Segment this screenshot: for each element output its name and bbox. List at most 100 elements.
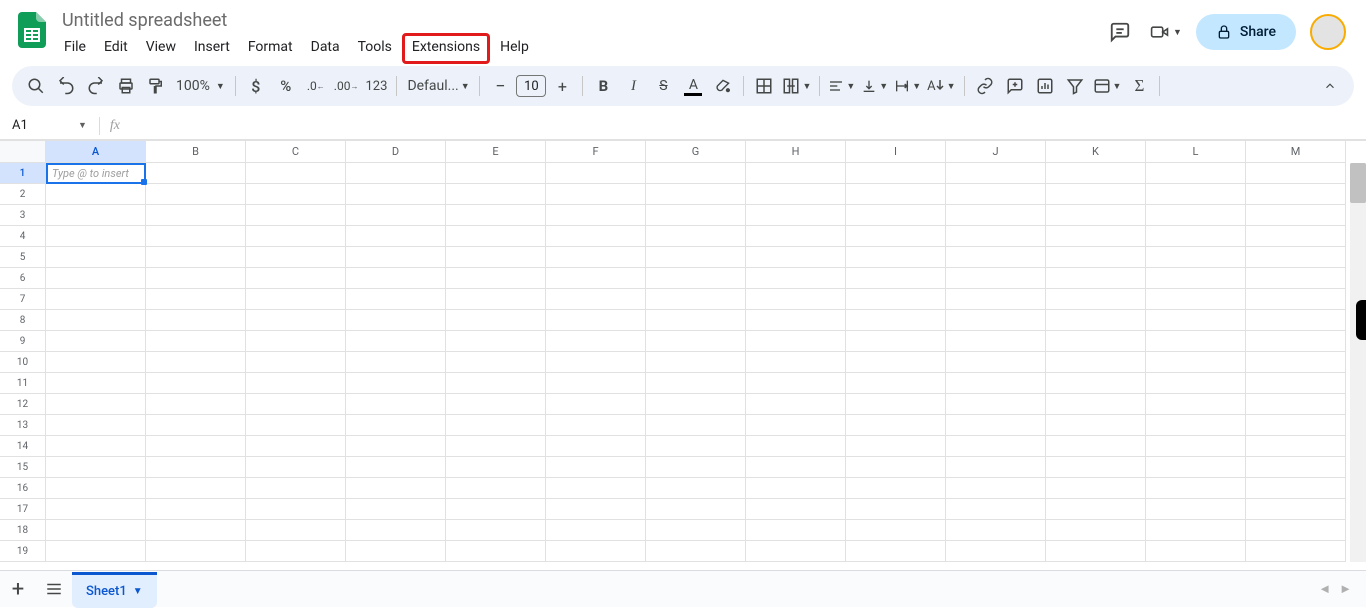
cell[interactable] <box>146 520 246 541</box>
cell[interactable] <box>1246 499 1346 520</box>
cell[interactable] <box>546 310 646 331</box>
percent-icon[interactable]: % <box>272 72 300 100</box>
cell[interactable] <box>146 478 246 499</box>
font-size-input[interactable]: 10 <box>516 75 546 97</box>
cell[interactable] <box>746 268 846 289</box>
insert-link-icon[interactable] <box>971 72 999 100</box>
cell[interactable] <box>1146 184 1246 205</box>
cell[interactable] <box>246 310 346 331</box>
cell[interactable] <box>846 415 946 436</box>
cell[interactable] <box>1146 310 1246 331</box>
active-cell[interactable]: Type @ to insert <box>46 163 146 184</box>
column-header[interactable]: A <box>46 141 146 163</box>
cell[interactable] <box>446 436 546 457</box>
cell[interactable] <box>746 310 846 331</box>
cell[interactable] <box>1046 352 1146 373</box>
cell[interactable] <box>446 520 546 541</box>
cell[interactable] <box>846 478 946 499</box>
cell[interactable] <box>646 268 746 289</box>
name-box-dropdown-icon[interactable]: ▼ <box>78 120 99 131</box>
cell[interactable] <box>746 520 846 541</box>
cell[interactable] <box>646 184 746 205</box>
paint-format-icon[interactable] <box>142 72 170 100</box>
name-box[interactable]: A1 <box>8 116 78 135</box>
cell[interactable] <box>646 163 746 184</box>
insert-chart-icon[interactable] <box>1031 72 1059 100</box>
cell[interactable] <box>46 268 146 289</box>
cell[interactable] <box>746 499 846 520</box>
cell[interactable] <box>1246 163 1346 184</box>
row-header[interactable]: 10 <box>0 352 46 373</box>
cell[interactable] <box>746 352 846 373</box>
cell[interactable] <box>446 289 546 310</box>
all-sheets-icon[interactable] <box>36 571 72 607</box>
cell[interactable] <box>1246 394 1346 415</box>
cell[interactable] <box>446 478 546 499</box>
cell[interactable] <box>746 436 846 457</box>
cell[interactable] <box>746 394 846 415</box>
cell[interactable] <box>846 436 946 457</box>
menu-edit[interactable]: Edit <box>96 35 136 64</box>
cell[interactable] <box>546 478 646 499</box>
cell[interactable] <box>446 226 546 247</box>
cell[interactable] <box>46 184 146 205</box>
row-header[interactable]: 3 <box>0 205 46 226</box>
filter-icon[interactable] <box>1061 72 1089 100</box>
cell[interactable] <box>346 268 446 289</box>
cell[interactable] <box>546 499 646 520</box>
cell[interactable] <box>646 310 746 331</box>
cell[interactable] <box>1246 205 1346 226</box>
table-view-icon[interactable]: ▼ <box>1091 72 1124 100</box>
cell[interactable] <box>1046 373 1146 394</box>
cell[interactable] <box>1146 541 1246 562</box>
cell[interactable] <box>146 331 246 352</box>
cell[interactable] <box>546 226 646 247</box>
row-headers[interactable]: 12345678910111213141516171819 <box>0 163 46 562</box>
cell[interactable] <box>846 541 946 562</box>
cell[interactable] <box>246 163 346 184</box>
row-header[interactable]: 4 <box>0 226 46 247</box>
comment-history-icon[interactable] <box>1104 16 1136 48</box>
cell[interactable] <box>1146 163 1246 184</box>
borders-icon[interactable] <box>750 72 778 100</box>
insert-comment-icon[interactable] <box>1001 72 1029 100</box>
cell[interactable] <box>746 541 846 562</box>
cell[interactable] <box>146 247 246 268</box>
cell[interactable] <box>446 247 546 268</box>
cell[interactable] <box>546 352 646 373</box>
cell[interactable] <box>146 415 246 436</box>
horizontal-align-icon[interactable]: ▼ <box>826 72 857 100</box>
cell[interactable] <box>546 289 646 310</box>
cell[interactable] <box>146 373 246 394</box>
cell[interactable] <box>146 184 246 205</box>
cell[interactable] <box>646 289 746 310</box>
cell[interactable] <box>946 226 1046 247</box>
share-button[interactable]: Share <box>1196 14 1296 50</box>
cell[interactable] <box>1146 331 1246 352</box>
menu-insert[interactable]: Insert <box>186 35 238 64</box>
cell[interactable] <box>846 499 946 520</box>
cell[interactable] <box>946 163 1046 184</box>
cell[interactable] <box>146 352 246 373</box>
cell[interactable] <box>346 352 446 373</box>
cell[interactable] <box>746 163 846 184</box>
row-header[interactable]: 11 <box>0 373 46 394</box>
cell[interactable] <box>646 205 746 226</box>
cell[interactable] <box>1046 205 1146 226</box>
column-header[interactable]: L <box>1146 141 1246 163</box>
select-all-corner[interactable] <box>0 141 46 163</box>
cell[interactable] <box>846 289 946 310</box>
cell[interactable] <box>46 226 146 247</box>
menu-data[interactable]: Data <box>303 35 348 64</box>
cell[interactable] <box>646 541 746 562</box>
cell[interactable] <box>146 394 246 415</box>
cell[interactable] <box>1246 268 1346 289</box>
cell[interactable] <box>946 415 1046 436</box>
cell[interactable] <box>346 457 446 478</box>
cell[interactable] <box>1246 184 1346 205</box>
cell[interactable] <box>1246 373 1346 394</box>
cell[interactable] <box>346 373 446 394</box>
row-header[interactable]: 2 <box>0 184 46 205</box>
column-header[interactable]: H <box>746 141 846 163</box>
column-header[interactable]: C <box>246 141 346 163</box>
